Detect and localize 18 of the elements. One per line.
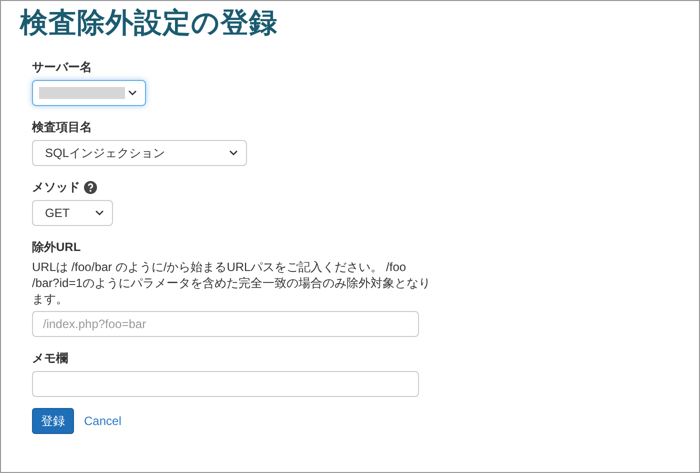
caret-icon (229, 150, 238, 156)
help-text: URLは /foo/bar のように/から始まるURLパスをご記入ください。 /foo /bar?id=1のようにパラメータを含めた完全一致の場合のみ除外対象となります。 (32, 259, 432, 307)
input-field[interactable]: /index.php?foo=bar (32, 311, 419, 337)
select-field[interactable]: SQLインジェクション (32, 140, 247, 166)
page-title: 検査除外設定の登録 (18, 5, 278, 41)
caret-icon (95, 210, 104, 216)
field-label: メソッド (32, 179, 80, 196)
help-icon[interactable] (84, 181, 97, 194)
input-field[interactable] (32, 371, 419, 397)
field-label: 除外URL (32, 239, 81, 256)
caret-icon (128, 90, 137, 96)
cancel-link[interactable]: Cancel (84, 414, 122, 428)
register-button[interactable]: 登録 (32, 408, 74, 434)
select-field[interactable]: GET (32, 200, 113, 226)
select-field[interactable] (32, 80, 146, 106)
field-label: 検査項目名 (32, 119, 92, 136)
field-label: メモ欄 (32, 350, 68, 367)
field-label: サーバー名 (32, 59, 92, 76)
